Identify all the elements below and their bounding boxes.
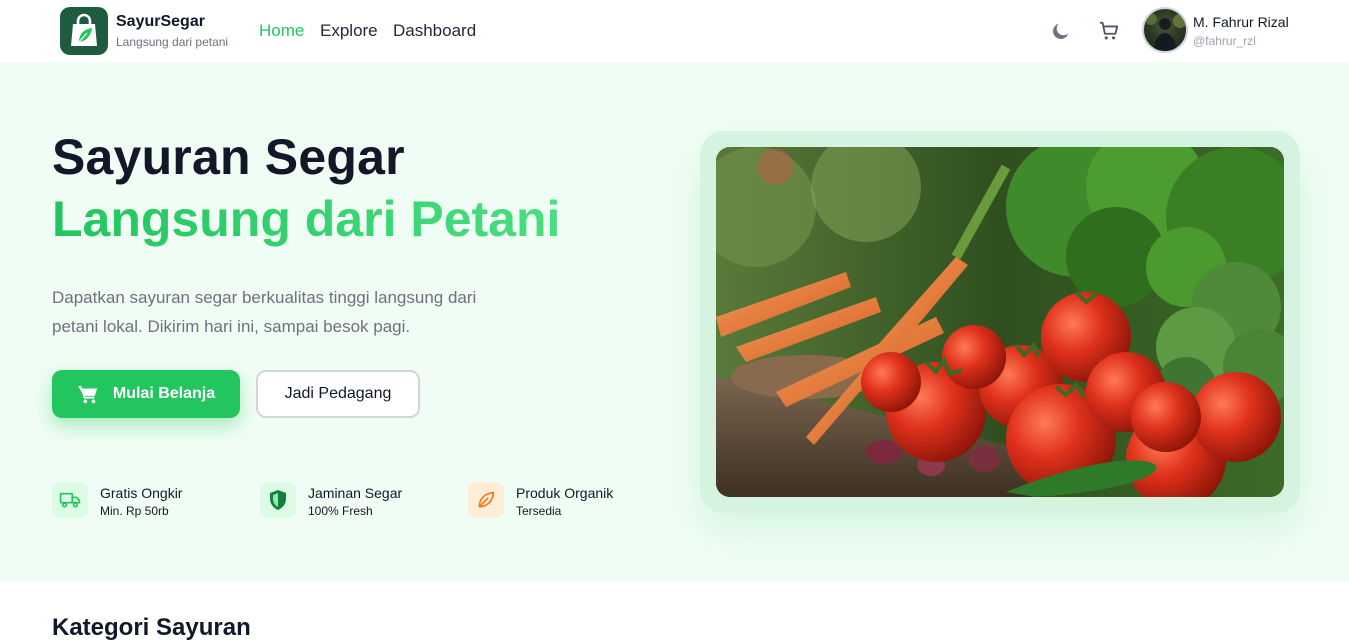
section-title: Kategori Sayuran [52, 614, 251, 641]
brand-name[interactable]: SayurSegar [116, 13, 205, 31]
feature-subtitle: Min. Rp 50rb [100, 504, 169, 518]
navbar: SayurSegar Langsung dari petani Home Exp… [0, 0, 1349, 62]
truck-icon [52, 482, 88, 518]
feature-subtitle: 100% Fresh [308, 504, 373, 518]
feature-title: Produk Organik [516, 485, 614, 501]
user-name[interactable]: M. Fahrur Rizal [1193, 14, 1289, 30]
shield-icon [260, 482, 296, 518]
hero-description: Dapatkan sayuran segar berkualitas tingg… [52, 288, 477, 336]
feature-title: Jaminan Segar [308, 485, 403, 501]
nav-explore[interactable]: Explore [320, 21, 378, 41]
feature-subtitle: Tersedia [516, 504, 562, 518]
start-shopping-button[interactable]: Mulai Belanja [52, 370, 240, 418]
vegetables-illustration [716, 147, 1284, 497]
logo-icon[interactable] [60, 7, 108, 55]
start-shopping-label: Mulai Belanja [112, 385, 216, 402]
feature-title: Gratis Ongkir [100, 485, 183, 501]
brand-tagline: Langsung dari petani [116, 35, 229, 49]
leaf-icon [468, 482, 504, 518]
cart-icon [77, 385, 97, 404]
hero-section: Sayuran Segar Langsung dari Petani Dapat… [0, 62, 1349, 582]
moon-icon[interactable] [1046, 16, 1076, 46]
nav-home[interactable]: Home [259, 21, 304, 41]
hero-title: Sayuran Segar [52, 129, 405, 185]
cart-icon[interactable] [1094, 16, 1124, 46]
hero-title-accent: Langsung dari Petani [52, 191, 561, 247]
hero-image-frame [700, 131, 1300, 513]
avatar[interactable] [1142, 7, 1188, 53]
become-seller-button[interactable]: Jadi Pedagang [256, 370, 420, 418]
hero-image [716, 147, 1284, 497]
user-handle: @fahrur_rzl [1193, 34, 1256, 48]
nav-dashboard[interactable]: Dashboard [393, 21, 476, 41]
